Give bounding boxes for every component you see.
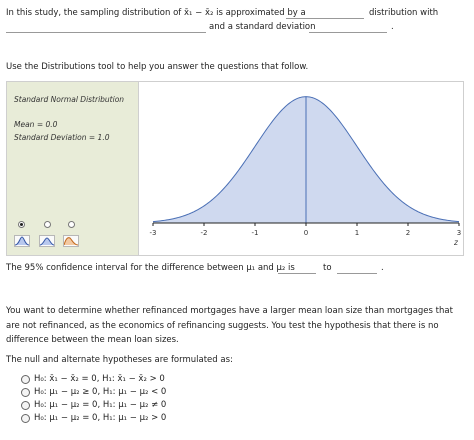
mean-label: Mean = 0.0 <box>14 120 58 129</box>
sd-label: Standard Deviation = 1.0 <box>14 133 110 142</box>
std-dev-blank[interactable] <box>309 32 387 33</box>
ci-to: to <box>323 263 332 273</box>
question1-suffix: distribution with <box>369 8 439 18</box>
question1-period: . <box>391 22 394 32</box>
hypothesis-option-2: H₀: μ₁ − μ₂ ≥ 0, H₁: μ₁ − μ₂ < 0 <box>34 387 167 397</box>
x-tick-label: 3 <box>457 229 461 237</box>
x-tick-label: 0 <box>304 229 308 237</box>
tool-control-panel: Standard Normal Distribution Mean = 0.0 … <box>7 82 139 255</box>
normal-dist-radio[interactable] <box>18 221 25 228</box>
mean-blank[interactable] <box>6 32 206 33</box>
hypotheses-prompt: The null and alternate hypotheses are fo… <box>6 355 233 365</box>
distribution-chart: -3 -2 -1 0 1 2 3 z <box>150 96 461 247</box>
chi-square-dist-radio[interactable] <box>68 221 75 228</box>
x-tick-label: 2 <box>406 229 410 237</box>
t-dist-icon[interactable] <box>39 235 55 247</box>
ci-prefix: The 95% confidence interval for the diff… <box>6 263 295 273</box>
x-tick-label: -1 <box>252 229 259 237</box>
hypothesis-radio-4[interactable] <box>21 414 30 423</box>
x-tick-label: -2 <box>201 229 208 237</box>
t-dist-radio[interactable] <box>44 221 51 228</box>
hypothesis-option-3: H₀: μ₁ − μ₂ = 0, H₁: μ₁ − μ₂ ≠ 0 <box>34 400 167 410</box>
hypothesis-option-4: H₀: μ₁ − μ₂ = 0, H₁: μ₁ − μ₂ > 0 <box>34 413 167 423</box>
x-tick-label: 1 <box>355 229 359 237</box>
instruction-text: Use the Distributions tool to help you a… <box>6 62 309 72</box>
distributions-tool: Standard Normal Distribution Mean = 0.0 … <box>6 81 464 256</box>
ci-period: . <box>381 263 384 273</box>
question1-prefix: In this study, the sampling distribution… <box>6 8 306 18</box>
normal-dist-icon[interactable] <box>14 235 30 247</box>
hypothesis-radio-3[interactable] <box>21 401 30 410</box>
tool-title: Standard Normal Distribution <box>14 95 125 104</box>
question1-line2: and a standard deviation <box>209 22 316 32</box>
hypothesis-radio-2[interactable] <box>21 388 30 397</box>
hypothesis-radio-1[interactable] <box>21 375 30 384</box>
x-axis-label: z <box>453 238 459 247</box>
chi-square-dist-icon[interactable] <box>63 235 79 247</box>
ci-lower-blank[interactable] <box>278 273 316 274</box>
ci-upper-blank[interactable] <box>337 273 377 274</box>
hypothesis-option-1: H₀: x̄₁ − x̄₂ = 0, H₁: x̄₁ − x̄₂ > 0 <box>34 374 165 384</box>
distribution-type-blank[interactable] <box>286 18 364 19</box>
x-tick-label: -3 <box>150 229 157 237</box>
scenario-text: You want to determine whether refinanced… <box>6 306 453 345</box>
